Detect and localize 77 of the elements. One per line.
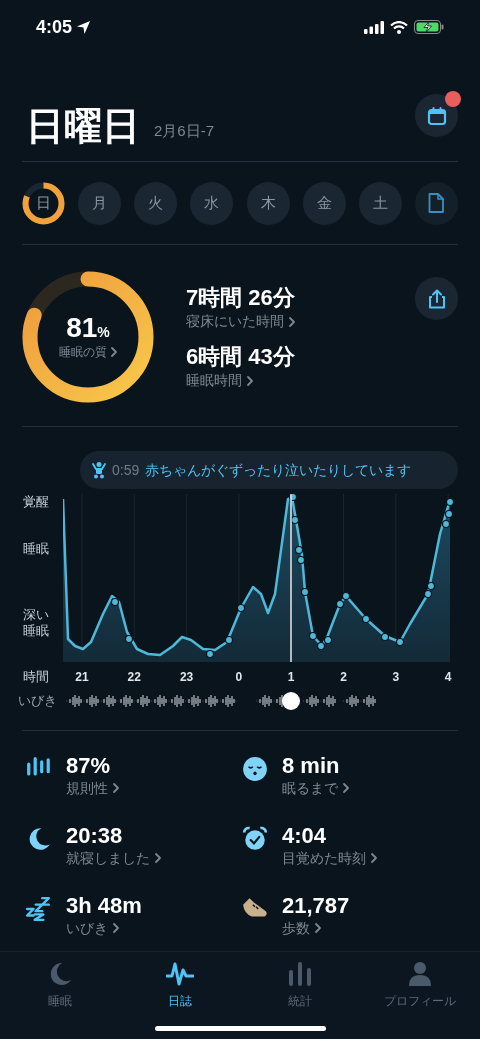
metric-value: 21,787	[282, 893, 350, 919]
alarm-clock-icon	[242, 826, 268, 852]
event-text: 赤ちゃんがぐずったり泣いたりしています	[145, 460, 412, 480]
day-tab[interactable]: 金	[302, 181, 346, 225]
day-title: 日曜日	[26, 104, 140, 148]
hour-label: 21	[75, 669, 89, 686]
chevron-icon	[288, 315, 296, 328]
hour-label: 0	[235, 669, 243, 686]
metric-label: 歩数	[282, 919, 310, 937]
quality-score: 81	[66, 313, 98, 343]
day-tab[interactable]: 火	[134, 181, 178, 225]
hour-label: 22	[127, 669, 141, 686]
metric-label: 規則性	[66, 779, 108, 797]
duration-value: 7時間 26分	[186, 285, 296, 311]
chevron-icon	[370, 852, 378, 864]
chevron-icon	[246, 374, 254, 387]
tab-item[interactable]: プロフィール	[360, 952, 480, 1039]
chevron-icon	[109, 346, 118, 358]
metric-value: 8 min	[282, 753, 341, 779]
pulse-icon	[166, 960, 194, 988]
snore-label: いびき	[17, 692, 58, 711]
stage-label: 深い睡眠	[23, 607, 50, 639]
hour-label: 1	[287, 669, 295, 686]
day-tab[interactable]: 月	[78, 181, 122, 225]
calendar-icon	[426, 105, 447, 126]
metric-value: 4:04	[282, 823, 328, 849]
metric-label: 目覚めた時刻	[282, 849, 366, 867]
status-time: 4:05	[36, 15, 73, 39]
metric-value: 3h 48m	[66, 893, 142, 919]
metric-value: 20:38	[66, 823, 124, 849]
hour-label: 3	[392, 669, 400, 686]
chevron-icon	[112, 782, 120, 794]
metric-label: 就寝しました	[66, 849, 150, 867]
day-progress-ring	[22, 181, 65, 225]
stage-label: 睡眠	[23, 541, 50, 557]
zzz-icon	[26, 896, 52, 922]
metric-label: いびき	[66, 919, 108, 937]
metric-label: 眠るまで	[282, 779, 338, 797]
axis-label: 時間	[22, 668, 50, 687]
tab-item[interactable]: 日誌	[120, 952, 240, 1039]
share-button[interactable]	[415, 277, 458, 320]
document-icon	[428, 193, 445, 213]
wifi-icon	[390, 20, 408, 34]
chevron-icon	[342, 782, 350, 794]
battery-charging-icon	[414, 20, 444, 34]
hour-label: 2	[340, 669, 347, 686]
day-tab[interactable]: 土	[358, 181, 402, 225]
quality-label: 睡眠の質	[58, 344, 107, 361]
tab-item[interactable]: 統計	[240, 952, 360, 1039]
metric-value: 87%	[66, 753, 112, 779]
tab-item[interactable]: 睡眠	[0, 952, 120, 1039]
event-banner[interactable]: 0:59 赤ちゃんがぐずったり泣いたりしています	[80, 451, 458, 489]
stage-label: 覚醒	[23, 494, 50, 510]
calendar-button[interactable]	[415, 94, 458, 137]
report-button[interactable]	[415, 181, 458, 225]
event-time: 0:59	[112, 460, 140, 480]
duration-label: 寝床にいた時間	[186, 312, 284, 331]
sleepy-face-icon	[242, 756, 268, 782]
day-tab[interactable]: 日	[22, 181, 65, 225]
person-icon	[406, 960, 434, 988]
bar-chart-icon	[286, 960, 314, 988]
share-icon	[427, 288, 446, 309]
duration-label: 睡眠時間	[186, 371, 242, 390]
percent-sign: %	[97, 324, 110, 342]
location-arrow-icon	[76, 19, 92, 35]
duration-value: 6時間 43分	[186, 344, 296, 370]
chevron-icon	[154, 852, 162, 864]
playhead-handle[interactable]	[282, 692, 300, 710]
signal-icon	[364, 20, 384, 34]
hour-label: 4	[444, 669, 452, 686]
chevron-icon	[314, 922, 322, 934]
date-range: 2月6日-7	[154, 120, 215, 141]
day-tab[interactable]: 水	[190, 181, 234, 225]
baby-icon	[92, 461, 106, 479]
day-tab[interactable]: 木	[246, 181, 290, 225]
chevron-icon	[112, 922, 120, 934]
hour-label: 23	[179, 669, 194, 686]
